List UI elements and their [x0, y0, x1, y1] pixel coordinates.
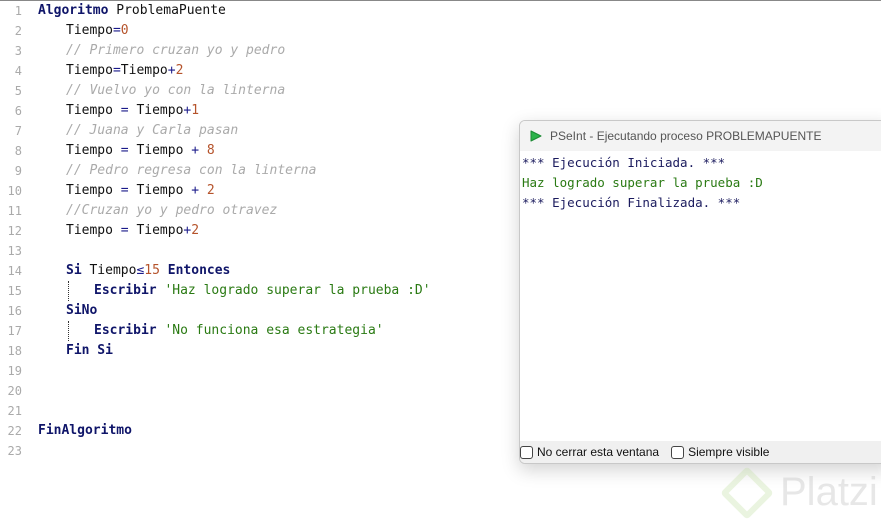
- code-token: Escribir: [94, 283, 157, 298]
- code-token: // Primero cruzan yo y pedro: [66, 43, 286, 58]
- line-number: 23: [7, 444, 22, 458]
- code-token: Tiempo: [128, 223, 184, 238]
- code-token: 1: [191, 103, 200, 118]
- code-token: // Pedro regresa con la linterna: [66, 163, 317, 178]
- code-token: =: [112, 63, 121, 78]
- line-number: 12: [7, 224, 22, 238]
- code-token: 2: [199, 183, 215, 198]
- code-token: Tiempo: [128, 183, 192, 198]
- code-token: Tiempo: [81, 263, 137, 278]
- code-token: Tiempo: [128, 103, 184, 118]
- keep-open-label: No cerrar esta ventana: [537, 445, 660, 459]
- code-token: +: [191, 143, 200, 158]
- checkbox-icon[interactable]: [520, 445, 533, 459]
- code-token: +: [191, 183, 200, 198]
- code-token: 2: [175, 63, 184, 78]
- line-number: 6: [14, 104, 22, 118]
- code-token: // Vuelvo yo con la linterna: [66, 83, 286, 98]
- keep-open-checkbox[interactable]: No cerrar esta ventana: [520, 445, 659, 459]
- code-token: =: [120, 183, 129, 198]
- code-token: Tiempo: [66, 183, 121, 198]
- line-number: 11: [7, 204, 22, 218]
- code-token: FinAlgoritmo: [38, 423, 132, 438]
- line-number: 21: [7, 404, 22, 418]
- line-number: 1: [14, 4, 22, 18]
- code-token: // Juana y Carla pasan: [66, 123, 239, 138]
- console-output: *** Ejecución Iniciada. *** Haz logrado s…: [522, 153, 763, 213]
- line-number: 15: [7, 284, 22, 298]
- code-token: Tiempo: [66, 143, 121, 158]
- code-token: //Cruzan yo y pedro otravez: [66, 203, 278, 218]
- code-token: Tiempo: [128, 143, 192, 158]
- code-token: =: [120, 223, 129, 238]
- code-token: 'No funciona esa estrategia': [156, 323, 384, 338]
- line-number: 18: [7, 344, 22, 358]
- code-token: Fin Si: [66, 343, 113, 358]
- code-token: 2: [191, 223, 200, 238]
- line-number: 2: [14, 24, 22, 38]
- code-token: =: [112, 23, 121, 38]
- run-window-titlebar[interactable]: PSeInt - Ejecutando proceso PROBLEMAPUEN…: [520, 121, 881, 151]
- line-number: 16: [7, 304, 22, 318]
- code-token: =: [120, 103, 129, 118]
- line-number: 19: [7, 364, 22, 378]
- code-token: Algoritmo: [38, 3, 109, 18]
- line-number: 9: [14, 164, 22, 178]
- code-token: Escribir: [94, 323, 157, 338]
- always-visible-checkbox[interactable]: Siempre visible: [671, 445, 769, 459]
- run-window: PSeInt - Ejecutando proceso PROBLEMAPUEN…: [519, 120, 881, 464]
- code-token: Tiempo: [66, 223, 121, 238]
- console-line: *** Ejecución Iniciada. ***: [522, 155, 726, 170]
- console-line: Haz logrado superar la prueba :D: [522, 175, 763, 190]
- line-number: 17: [7, 324, 22, 338]
- line-number: 13: [7, 244, 22, 258]
- run-window-footer: No cerrar esta ventana Siempre visible: [520, 441, 881, 463]
- code-token: =: [120, 143, 129, 158]
- line-number: 10: [7, 184, 22, 198]
- always-visible-label: Siempre visible: [688, 445, 770, 459]
- line-number: 8: [14, 144, 22, 158]
- code-token: 15: [144, 263, 160, 278]
- code-token: 0: [120, 23, 129, 38]
- platzi-watermark: Platzi: [720, 465, 878, 520]
- line-number: 20: [7, 384, 22, 398]
- run-window-title: PSeInt - Ejecutando proceso PROBLEMAPUEN…: [550, 129, 822, 143]
- platzi-logo-icon: [720, 465, 774, 520]
- code-token: Si: [66, 263, 82, 278]
- console-line: *** Ejecución Finalizada. ***: [522, 195, 741, 210]
- code-token: Entonces: [159, 263, 231, 278]
- code-token: SiNo: [66, 303, 98, 318]
- checkbox-icon[interactable]: [671, 445, 685, 459]
- code-token: +: [167, 63, 176, 78]
- line-number: 5: [14, 84, 22, 98]
- line-number: 3: [14, 44, 22, 58]
- code-token: Tiempo: [66, 63, 113, 78]
- line-number: 4: [14, 64, 22, 78]
- indent-guide: [68, 281, 69, 301]
- code-token: Tiempo: [120, 63, 168, 78]
- code-token: 8: [199, 143, 215, 158]
- code-token: Tiempo: [66, 103, 121, 118]
- pseint-logo-icon: [530, 130, 542, 142]
- line-number: 22: [7, 424, 22, 438]
- line-number: 7: [14, 124, 22, 138]
- code-token: Tiempo: [66, 23, 113, 38]
- watermark-text: Platzi: [780, 470, 878, 514]
- code-token: ProblemaPuente: [108, 3, 226, 18]
- line-number: 14: [7, 264, 22, 278]
- code-token: 'Haz logrado superar la prueba :D': [156, 283, 431, 298]
- indent-guide: [68, 321, 69, 341]
